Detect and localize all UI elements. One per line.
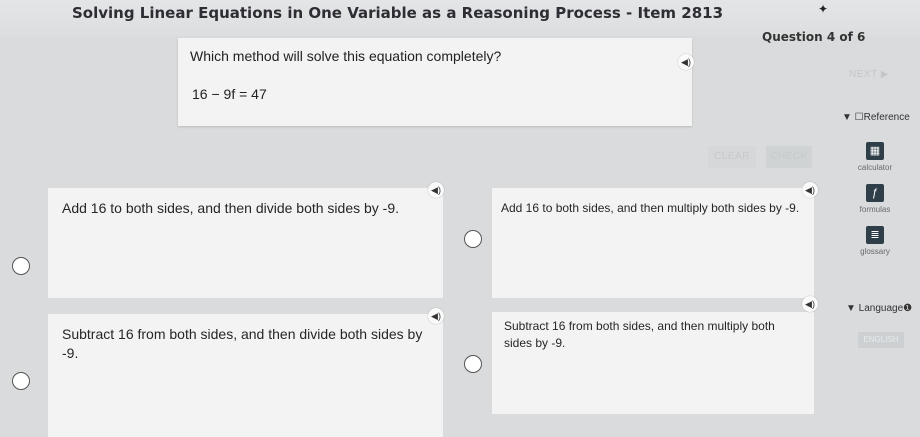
choice-card-2[interactable]: Add 16 to both sides, and then multiply … bbox=[492, 188, 814, 298]
check-button[interactable]: CHECK bbox=[766, 146, 812, 168]
formulas-tool[interactable]: ƒ formulas bbox=[840, 184, 910, 214]
glossary-icon: ≣ bbox=[866, 226, 884, 244]
choice-text: Subtract 16 from both sides, and then di… bbox=[62, 326, 423, 361]
formulas-label: formulas bbox=[859, 205, 891, 214]
question-counter: Question 4 of 6 bbox=[762, 30, 866, 44]
calculator-label: calculator bbox=[857, 163, 893, 172]
choice-radio-1[interactable] bbox=[12, 257, 30, 275]
speaker-icon[interactable]: ◀) bbox=[428, 182, 444, 198]
speaker-icon[interactable]: ◀) bbox=[802, 296, 818, 312]
calculator-icon: ▦ bbox=[866, 142, 884, 160]
speaker-icon[interactable]: ◀) bbox=[428, 308, 444, 324]
choice-card-3[interactable]: Subtract 16 from both sides, and then di… bbox=[48, 314, 443, 437]
choice-card-4[interactable]: Subtract 16 from both sides, and then mu… bbox=[492, 312, 814, 414]
calculator-tool[interactable]: ▦ calculator bbox=[840, 142, 910, 172]
page-title: Solving Linear Equations in One Variable… bbox=[72, 4, 724, 22]
reference-toggle[interactable]: ▼ ☐Reference bbox=[842, 112, 910, 123]
equation: 16 − 9f = 47 bbox=[192, 86, 267, 102]
header-bar: Solving Linear Equations in One Variable… bbox=[0, 0, 920, 44]
bookmark-icon[interactable]: ✦ bbox=[818, 3, 830, 15]
speaker-icon[interactable]: ◀) bbox=[678, 54, 694, 70]
glossary-tool[interactable]: ≣ glossary bbox=[840, 226, 910, 256]
language-toggle[interactable]: ▼ Language❶ bbox=[846, 303, 912, 314]
choice-radio-2[interactable] bbox=[464, 230, 482, 248]
language-english-button[interactable]: ENGLISH bbox=[858, 332, 904, 348]
choice-radio-3[interactable] bbox=[12, 372, 30, 390]
choice-card-1[interactable]: Add 16 to both sides, and then divide bo… bbox=[48, 188, 443, 298]
clear-button[interactable]: CLEAR bbox=[708, 146, 756, 168]
glossary-label: glossary bbox=[860, 247, 890, 256]
choice-radio-4[interactable] bbox=[464, 355, 482, 373]
choice-text: Subtract 16 from both sides, and then mu… bbox=[504, 319, 775, 350]
question-prompt: Which method will solve this equation co… bbox=[190, 48, 502, 64]
next-button[interactable]: NEXT ▶ bbox=[848, 64, 890, 86]
speaker-icon[interactable]: ◀) bbox=[802, 182, 818, 198]
choice-text: Add 16 to both sides, and then divide bo… bbox=[62, 200, 400, 216]
choice-text: Add 16 to both sides, and then multiply … bbox=[501, 201, 800, 215]
question-card: Which method will solve this equation co… bbox=[178, 38, 694, 126]
formulas-icon: ƒ bbox=[866, 184, 884, 202]
